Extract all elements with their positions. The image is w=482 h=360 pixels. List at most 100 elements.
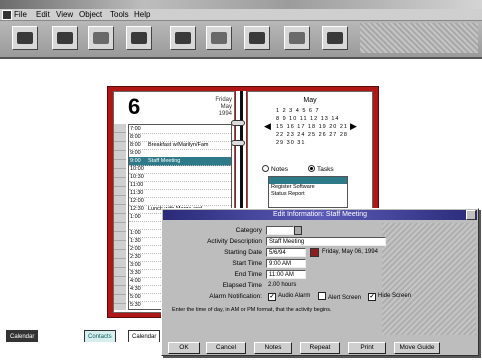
unchecked-icon xyxy=(318,292,326,300)
appointment-time: 4:30 xyxy=(130,286,141,292)
move-guide-button[interactable]: Move Guide xyxy=(394,342,440,354)
hour-index-tabs[interactable] xyxy=(114,124,126,310)
end-time-label: End Time xyxy=(234,271,262,278)
grid-icon xyxy=(249,32,265,44)
task-item[interactable] xyxy=(269,177,347,184)
task-list[interactable]: Register Software Status Report xyxy=(268,176,348,208)
activity-description-field[interactable]: Staff Meeting xyxy=(266,237,386,246)
mini-calendar-month: May xyxy=(303,97,317,104)
appointment-time: 9:00 xyxy=(130,150,141,156)
appointment-time: 3:30 xyxy=(130,270,141,276)
pencil-icon xyxy=(289,32,305,44)
checked-icon: ✓ xyxy=(368,293,376,301)
menu-view[interactable]: View xyxy=(56,9,73,20)
appointment-time: 11:00 xyxy=(130,182,144,188)
person-icon xyxy=(17,32,33,44)
toolbar-button-6[interactable] xyxy=(206,26,232,50)
radio-unselected-icon xyxy=(262,165,269,172)
binder-ring xyxy=(231,140,245,146)
appointment-time: 1:00 xyxy=(130,230,141,236)
cancel-button[interactable]: Cancel xyxy=(206,342,246,354)
tab-contacts[interactable]: Contacts xyxy=(84,330,116,342)
notes-button[interactable]: Notes xyxy=(254,342,292,354)
start-time-field[interactable]: 9:00 AM xyxy=(266,259,306,268)
appointment-time: 11:30 xyxy=(130,190,144,196)
toolbar-button-1[interactable] xyxy=(12,26,38,50)
repeat-button[interactable]: Repeat xyxy=(300,342,340,354)
calendar-week-row[interactable]: 29 30 31 xyxy=(276,139,344,147)
appointment-time: 8:00 xyxy=(130,134,141,140)
notes-radio[interactable]: Notes xyxy=(262,165,288,173)
close-icon[interactable] xyxy=(466,210,476,220)
task-item[interactable] xyxy=(269,198,347,205)
day-header: Friday May 1994 xyxy=(196,97,232,118)
appointment-time: 3:00 xyxy=(130,262,141,268)
starting-date-label: Starting Date xyxy=(224,249,262,256)
next-month-icon[interactable]: ▶ xyxy=(350,121,357,132)
toolbar-button-2[interactable] xyxy=(52,26,78,50)
task-item[interactable]: Status Report xyxy=(269,191,347,198)
calendar-week-row[interactable]: 1 2 3 4 5 6 7 xyxy=(276,107,344,115)
contacts-icon xyxy=(93,32,109,44)
book-icon xyxy=(175,32,191,44)
mini-calendar-grid[interactable]: 1 2 3 4 5 6 7 8 9 10 11 12 13 14 15 16 1… xyxy=(276,107,347,147)
group-icon xyxy=(131,32,147,44)
radio-selected-icon xyxy=(308,165,315,172)
alert-screen-checkbox[interactable]: Alert Screen xyxy=(318,292,361,303)
appointment-time: 10:00 xyxy=(130,166,144,172)
appointment-time: 12:30 xyxy=(130,206,144,212)
edit-information-dialog: Edit Information: Staff Meeting Category… xyxy=(161,208,479,356)
tab-calendar-secondary[interactable]: Calendar xyxy=(128,330,161,342)
category-field[interactable] xyxy=(266,226,294,235)
appointment-time: 5:00 xyxy=(130,294,141,300)
calendar-week-row[interactable]: 15 16 17 18 19 20 21 xyxy=(276,123,347,131)
starting-date-field[interactable]: 5/6/94 xyxy=(266,248,306,257)
activity-description-label: Activity Description xyxy=(207,238,262,245)
toolbar xyxy=(0,21,482,59)
date-picker-icon[interactable] xyxy=(310,248,319,257)
toolbar-button-4[interactable] xyxy=(126,26,152,50)
toolbar-button-5[interactable] xyxy=(170,26,196,50)
category-label: Category xyxy=(235,227,262,234)
task-item[interactable]: Register Software xyxy=(269,184,347,191)
appointment-time: 10:30 xyxy=(130,174,144,180)
alert-screen-label: Alert Screen xyxy=(328,295,362,301)
tasks-radio[interactable]: Tasks xyxy=(308,165,334,173)
hide-screen-checkbox[interactable]: ✓ Hide Screen xyxy=(368,292,411,301)
toolbar-button-9[interactable] xyxy=(322,26,348,50)
category-dropdown-icon[interactable] xyxy=(294,226,302,235)
menu-edit[interactable]: Edit xyxy=(36,9,50,20)
date-note: Friday, May 06, 1994 xyxy=(322,249,378,255)
appointment-time: 1:30 xyxy=(130,238,141,244)
tab-calendar[interactable]: Calendar xyxy=(6,330,39,342)
print-button[interactable]: Print xyxy=(348,342,386,354)
menu-help[interactable]: Help xyxy=(134,9,150,20)
calendar-week-row[interactable]: 8 9 10 11 12 13 14 xyxy=(276,115,344,123)
day-number: 6 xyxy=(128,94,141,119)
menu-file[interactable]: File xyxy=(14,9,27,20)
appointment-time: 5:30 xyxy=(130,302,141,308)
toolbar-button-7[interactable] xyxy=(244,26,270,50)
month-label: May xyxy=(220,104,232,110)
end-time-field[interactable]: 11:00 AM xyxy=(266,270,306,279)
audio-alarm-checkbox[interactable]: ✓ Audio Alarm xyxy=(268,292,310,301)
system-menu-icon[interactable] xyxy=(2,10,12,20)
ok-button[interactable]: OK xyxy=(168,342,200,354)
elapsed-time-value: 2.00 hours xyxy=(268,282,297,288)
section-tabs: Calendar Contacts Calendar xyxy=(6,330,166,344)
toolbar-button-8[interactable] xyxy=(284,26,310,50)
phone-icon xyxy=(57,32,73,44)
toolbar-button-3[interactable] xyxy=(88,26,114,50)
menu-tools[interactable]: Tools xyxy=(110,9,129,20)
appointment-time: 2:30 xyxy=(130,254,141,260)
tasks-radio-label: Tasks xyxy=(317,166,334,173)
appointment-time: 7:00 xyxy=(130,126,141,132)
appointment-time: 12:00 xyxy=(130,198,144,204)
prev-month-icon[interactable]: ◀ xyxy=(264,121,271,132)
calendar-week-row[interactable]: 22 23 24 25 26 27 28 xyxy=(276,131,347,139)
weekday-label: Friday xyxy=(215,97,232,103)
user-icon xyxy=(327,32,343,44)
menu-object[interactable]: Object xyxy=(79,9,102,20)
appointment-time: 8:00 xyxy=(130,142,141,148)
elapsed-time-label: Elapsed Time xyxy=(222,282,262,289)
